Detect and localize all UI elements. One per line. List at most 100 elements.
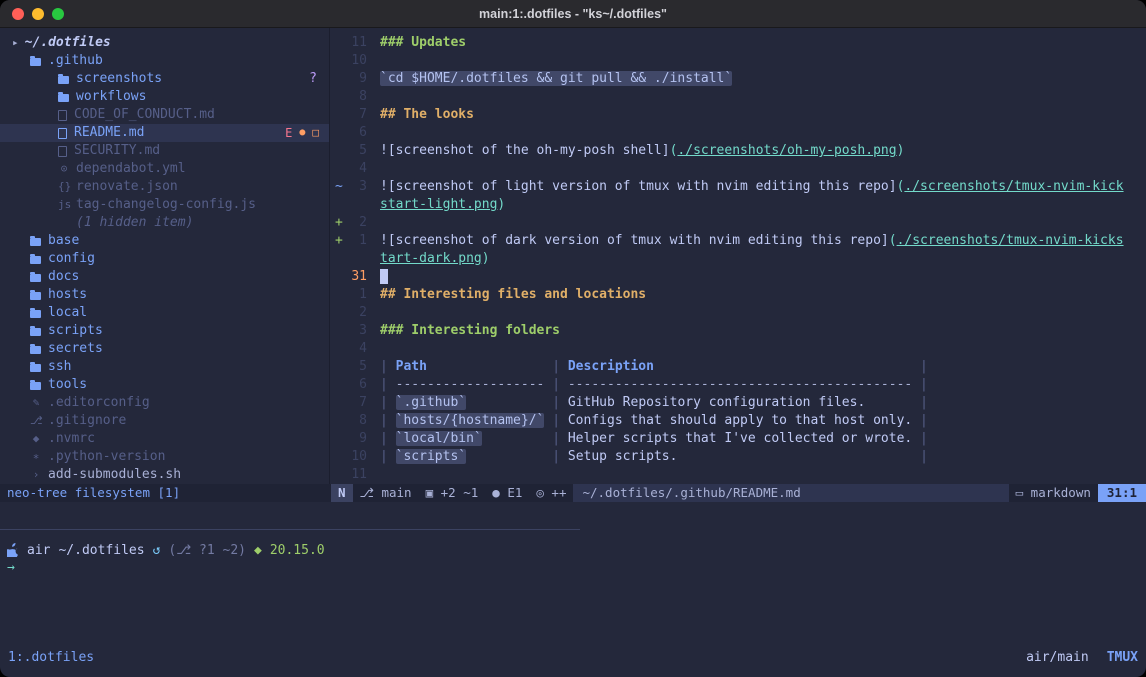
table-row[interactable]: 9 | `local/bin` | Helper scripts that I'… <box>330 430 1146 448</box>
modified-dot-marker: ● <box>299 124 305 142</box>
editor-line[interactable]: 10 <box>330 52 1146 70</box>
editor-line[interactable]: 8 <box>330 88 1146 106</box>
tree-item-base[interactable]: base <box>0 232 329 250</box>
tree-item-docs[interactable]: docs <box>0 268 329 286</box>
editor-line[interactable]: 2 <box>330 304 1146 322</box>
prompt-divider <box>0 529 580 530</box>
git-untracked-badge: ? <box>309 70 317 88</box>
node-version: 20.15.0 <box>270 543 325 558</box>
js-file-icon: js <box>58 196 70 214</box>
tree-item-tools[interactable]: tools <box>0 376 329 394</box>
folder-icon <box>30 274 41 282</box>
table-header-row[interactable]: 5 | Path | Description | <box>330 358 1146 376</box>
git-branch: ⎇ main <box>353 484 419 502</box>
table-row[interactable]: 10 | `scripts` | Setup scripts. | <box>330 448 1146 466</box>
editor-line[interactable]: 4 <box>330 160 1146 178</box>
editorconfig-icon: ✎ <box>30 394 42 412</box>
file-icon <box>58 146 67 157</box>
sync-icon: ↺ <box>153 543 161 558</box>
nvim-area: ▸ ~/.dotfiles .github screenshots ? work… <box>0 28 1146 484</box>
minimize-button[interactable] <box>32 8 44 20</box>
tree-item-add-submodules[interactable]: › add-submodules.sh <box>0 466 329 484</box>
git-sign <box>330 34 344 52</box>
editor-line[interactable]: +1 ![screenshot of dark version of tmux … <box>330 232 1146 250</box>
cursor-position: 31:1 <box>1098 484 1146 502</box>
diagnostics-count: ● E1 <box>485 484 529 502</box>
editor-line-wrap[interactable]: start-light.png) <box>330 196 1146 214</box>
tree-item-scripts[interactable]: scripts <box>0 322 329 340</box>
folder-icon <box>30 58 41 66</box>
tree-item-ssh[interactable]: ssh <box>0 358 329 376</box>
zoom-button[interactable] <box>52 8 64 20</box>
tree-item-workflows[interactable]: workflows <box>0 88 329 106</box>
tree-item-tag-changelog[interactable]: js tag-changelog-config.js <box>0 196 329 214</box>
terminal-window: main:1:.dotfiles - "ks~/.dotfiles" ▸ ~/.… <box>0 0 1146 677</box>
titlebar: main:1:.dotfiles - "ks~/.dotfiles" <box>0 0 1146 28</box>
traffic-lights <box>12 8 64 20</box>
tree-item-renovate[interactable]: {} renovate.json <box>0 178 329 196</box>
editor-line[interactable]: ~3 ![screenshot of light version of tmux… <box>330 178 1146 196</box>
editor-line[interactable]: 11 ### Updates <box>330 34 1146 52</box>
node-icon: ◆ <box>254 543 262 558</box>
editor-line[interactable]: 4 <box>330 340 1146 358</box>
editor-line[interactable]: 11 <box>330 466 1146 484</box>
folder-icon <box>30 256 41 264</box>
folder-icon <box>30 310 41 318</box>
editor-line[interactable]: 9 `cd $HOME/.dotfiles && git pull && ./i… <box>330 70 1146 88</box>
editor-line[interactable]: 3 ### Interesting folders <box>330 322 1146 340</box>
markdown-link: ./screenshots/oh-my-posh.png <box>677 143 896 158</box>
tree-item-code-of-conduct[interactable]: CODE_OF_CONDUCT.md <box>0 106 329 124</box>
folder-icon <box>30 238 41 246</box>
markdown-link: ./screenshots/tmux-nvim-kick <box>904 179 1123 194</box>
tree-item-security[interactable]: SECURITY.md <box>0 142 329 160</box>
table-row[interactable]: 8 | `hosts/{hostname}/` | Configs that s… <box>330 412 1146 430</box>
tmux-window-item[interactable]: 1:.dotfiles <box>8 650 94 665</box>
file-icon <box>58 110 67 121</box>
editor-line-wrap[interactable]: tart-dark.png) <box>330 250 1146 268</box>
prompt-arrow: → <box>7 560 15 575</box>
editor-cursor-line[interactable]: 31 <box>330 268 1146 286</box>
editor-line[interactable]: 5 ![screenshot of the oh-my-posh shell](… <box>330 142 1146 160</box>
tree-item-config[interactable]: config <box>0 250 329 268</box>
tree-hidden-items-note[interactable]: (1 hidden item) <box>0 214 329 232</box>
tree-item-gitignore[interactable]: ⎇ .gitignore <box>0 412 329 430</box>
folder-icon <box>58 76 69 84</box>
editor-line[interactable]: +2 <box>330 214 1146 232</box>
dependabot-icon: ⊙ <box>58 160 70 178</box>
editor-line[interactable]: 6 <box>330 124 1146 142</box>
tree-item-local[interactable]: local <box>0 304 329 322</box>
window-title: main:1:.dotfiles - "ks~/.dotfiles" <box>0 7 1146 21</box>
editor-buffer[interactable]: 11 ### Updates 10 9 `cd $HOME/.dotfiles … <box>330 28 1146 484</box>
close-button[interactable] <box>12 8 24 20</box>
tree-item-dependabot[interactable]: ⊙ dependabot.yml <box>0 160 329 178</box>
editor-line[interactable]: 1 ## Interesting files and locations <box>330 286 1146 304</box>
git-add-sign: + <box>330 232 344 250</box>
prompt-git-status: (⎇ ?1 ~2) <box>168 543 246 558</box>
error-marker: E <box>285 124 292 142</box>
tree-item-readme-selected[interactable]: README.md E ● □ <box>0 124 329 142</box>
table-row[interactable]: 7 | `.github` | GitHub Repository config… <box>330 394 1146 412</box>
folder-icon <box>30 346 41 354</box>
prompt-cwd: ~/.dotfiles <box>58 543 144 558</box>
tree-item-screenshots[interactable]: screenshots ? <box>0 70 329 88</box>
table-separator-row[interactable]: 6 | ------------------- | --------------… <box>330 376 1146 394</box>
cursor <box>380 269 388 284</box>
tree-item-hosts[interactable]: hosts <box>0 286 329 304</box>
apple-icon <box>7 543 19 557</box>
neotree-file-tree: ▸ ~/.dotfiles .github screenshots ? work… <box>0 28 330 484</box>
editor-line[interactable]: 7 ## The looks <box>330 106 1146 124</box>
tree-item-secrets[interactable]: secrets <box>0 340 329 358</box>
tree-item-python-version[interactable]: ∗ .python-version <box>0 448 329 466</box>
tmux-session-name: air/main <box>1026 650 1089 665</box>
shell-script-icon: › <box>30 466 42 484</box>
markdown-file-icon <box>58 128 67 139</box>
shell-input-line[interactable]: → <box>0 559 1146 577</box>
folder-icon <box>30 328 41 336</box>
git-icon: ⎇ <box>30 412 42 430</box>
tree-root[interactable]: ▸ ~/.dotfiles <box>0 34 329 52</box>
tree-item-editorconfig[interactable]: ✎ .editorconfig <box>0 394 329 412</box>
tree-item-nvmrc[interactable]: ◆ .nvmrc <box>0 430 329 448</box>
file-path: ~/.dotfiles/.github/README.md <box>573 484 1008 502</box>
folder-icon <box>30 292 41 300</box>
tree-item-github[interactable]: .github <box>0 52 329 70</box>
